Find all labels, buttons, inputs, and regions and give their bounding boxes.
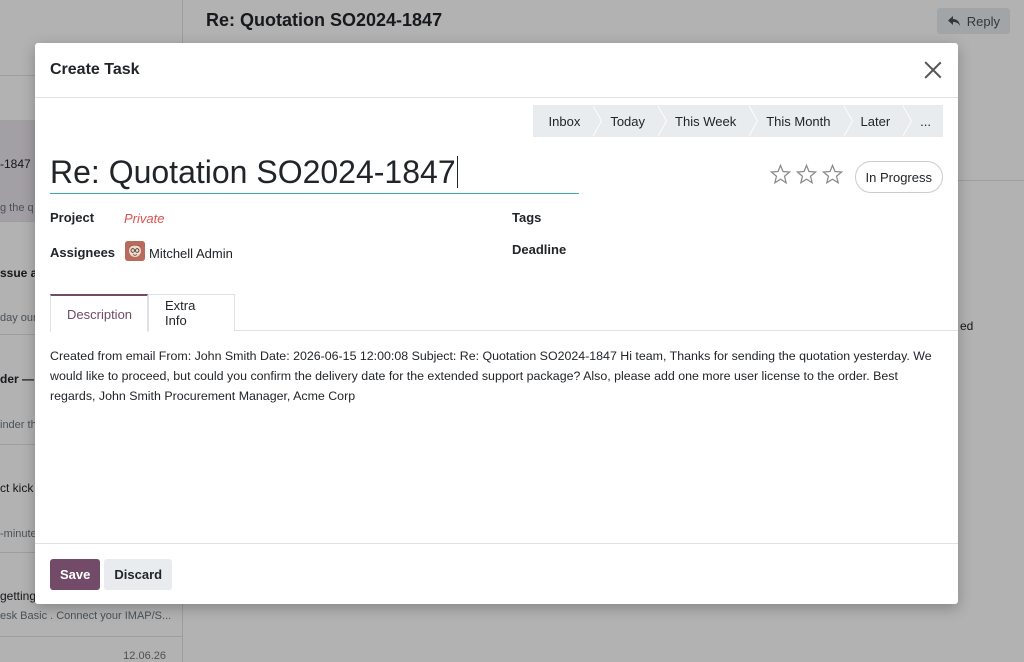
stage-label: Today [610,113,646,129]
modal-title: Create Task [50,61,140,78]
tab-description[interactable]: Description [50,294,148,332]
project-field[interactable]: Private [124,211,164,226]
assignee-name[interactable]: Mitchell Admin [149,246,233,261]
deadline-label: Deadline [512,242,567,257]
tab-label: Description [67,306,133,322]
task-state-label: In Progress [865,169,932,185]
stage-label: This Month [766,113,831,129]
user-avatar-icon [125,241,145,261]
star-icon[interactable] [795,163,818,186]
stage-label: This Week [675,113,737,129]
stage-inbox[interactable]: Inbox [532,105,603,137]
stage-label: ... [920,113,931,129]
stage-label: Later [860,113,891,129]
discard-button[interactable]: Discard [104,558,173,590]
assignees-label: Assignees [50,245,116,260]
tab-extra-info[interactable]: Extra Info [148,294,235,331]
stage-this-month[interactable]: This Month [748,105,853,137]
project-label: Project [50,210,95,225]
text-caret [456,156,459,188]
notebook-tabs: Description Extra Info [50,294,958,332]
priority-stars [769,163,844,186]
modal-footer: Save Discard [35,543,958,604]
stage-statusbar: Inbox Today This Week This Month Later .… [532,105,943,137]
close-icon[interactable] [923,60,943,80]
task-name-text: Re: Quotation SO2024-1847 [50,154,456,190]
modal-header: Create Task [35,43,958,98]
star-icon[interactable] [821,163,844,186]
task-state-button[interactable]: In Progress [854,161,943,193]
star-icon[interactable] [769,163,792,186]
avatar [125,241,145,261]
description-editor[interactable]: Created from email From: John Smith Date… [50,346,943,406]
task-name-input[interactable]: Re: Quotation SO2024-1847 [50,151,579,194]
stage-this-week[interactable]: This Week [657,105,759,137]
tab-label: Extra Info [165,298,196,328]
save-button[interactable]: Save [50,558,101,590]
tags-label: Tags [512,210,542,225]
stage-label: Inbox [548,113,581,129]
create-task-dialog: Create Task Inbox Today This Week This M… [35,43,958,604]
